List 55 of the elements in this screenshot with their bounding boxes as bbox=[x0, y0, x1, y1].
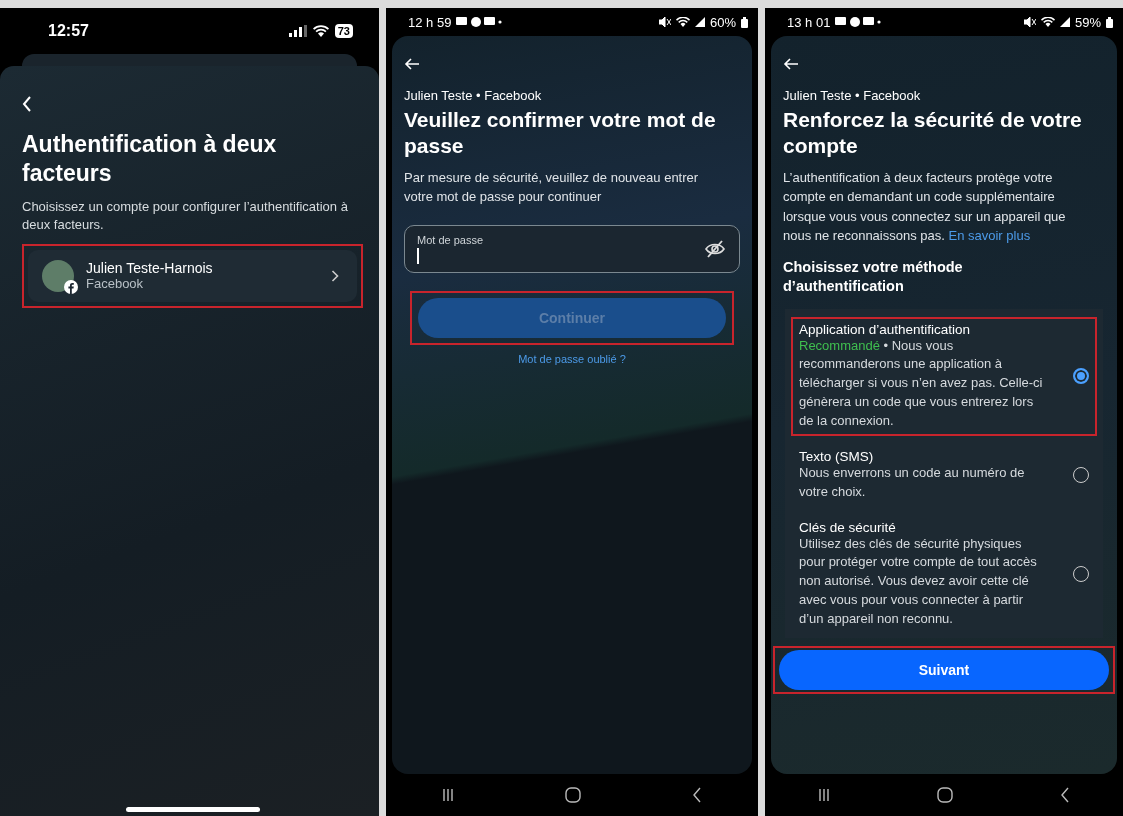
status-time: 13 h 01 bbox=[787, 14, 831, 30]
account-line: Julien Teste • Facebook bbox=[404, 88, 542, 103]
method-description: Nous enverrons un code au numéro de votre choix. bbox=[799, 464, 1026, 501]
next-button[interactable]: Suivant bbox=[779, 649, 1109, 690]
radio-button[interactable] bbox=[1073, 368, 1089, 385]
password-field[interactable]: Mot de passe bbox=[404, 224, 740, 273]
page-description: L’authentification à deux facteurs protège votre compte en demandant un code supplémentaire lorsque vous vous connectez sur un appareil que nous ne reconnaissons pas. En savoir plus bbox=[783, 168, 1067, 245]
recommended-label: Recommandé bbox=[799, 337, 880, 353]
method-title: Texto (SMS) bbox=[799, 448, 874, 464]
page-title: Veuillez confirmer votre mot de passe bbox=[404, 107, 717, 160]
forgot-password-link[interactable]: Mot de passe oublié ? bbox=[518, 352, 626, 365]
learn-more-link[interactable]: En savoir plus bbox=[948, 228, 1031, 243]
back-icon[interactable] bbox=[692, 787, 703, 803]
mute-icon bbox=[1023, 17, 1036, 27]
home-icon[interactable] bbox=[565, 787, 581, 803]
wifi-icon bbox=[675, 17, 690, 27]
wifi-icon bbox=[312, 25, 329, 37]
status-time: 12 h 59 bbox=[408, 14, 452, 30]
hidden-eye-icon[interactable] bbox=[705, 239, 725, 258]
section-title: Choisissez votre méthode d’authentification bbox=[783, 257, 964, 297]
battery-level: 60% bbox=[709, 14, 736, 30]
page-description: Par mesure de sécurité, veuillez de nouveau entrer votre mot de passe pour continuer bbox=[404, 168, 700, 206]
wifi-icon bbox=[1040, 17, 1055, 27]
home-icon[interactable] bbox=[937, 787, 953, 803]
signal-icon bbox=[694, 17, 705, 27]
battery-icon bbox=[741, 16, 748, 28]
method-title: Clés de sécurité bbox=[799, 519, 896, 535]
page-title: Authentification à deux facteurs bbox=[22, 130, 278, 188]
back-arrow-icon[interactable] bbox=[783, 58, 799, 70]
method-description: Utilisez des clés de sécurité physiques pour protéger votre compte de tout accès non autorisé. Vous devez avoir cette clé avec vous pour vous connecter à partir d’un appareil non reconnu. bbox=[799, 534, 1038, 628]
account-row[interactable]: Julien Teste-Harnois Facebook bbox=[28, 249, 357, 302]
recent-apps-icon[interactable] bbox=[818, 788, 831, 802]
back-arrow-icon[interactable] bbox=[404, 58, 420, 70]
battery-level: 73 bbox=[334, 24, 353, 38]
notification-icons bbox=[456, 17, 503, 27]
field-label: Mot de passe bbox=[417, 233, 484, 246]
signal-icon bbox=[288, 25, 307, 37]
facebook-icon bbox=[64, 279, 78, 294]
back-icon[interactable] bbox=[1059, 787, 1070, 803]
text-cursor bbox=[417, 247, 419, 264]
battery-level: 59% bbox=[1074, 14, 1101, 30]
method-description: Recommandé • Nous vous recommanderons une application à télécharger si vous n’en avez pas. Celle-ci génèrera un code que vous entrerez lors de la connexion. bbox=[799, 337, 1044, 430]
page-subtitle: Choisissez un compte pour configurer l’authentification à deux facteurs. bbox=[22, 197, 349, 234]
page-title: Renforcez la sécurité de votre compte bbox=[783, 107, 1083, 160]
mute-icon bbox=[658, 17, 671, 27]
signal-icon bbox=[1059, 17, 1070, 27]
chevron-right-icon bbox=[331, 269, 339, 282]
account-name: Julien Teste-Harnois bbox=[86, 260, 213, 277]
account-service: Facebook bbox=[86, 276, 144, 292]
method-title: Application d’authentification bbox=[799, 321, 971, 337]
battery-icon bbox=[1106, 16, 1113, 28]
status-time: 12:57 bbox=[48, 22, 90, 40]
notification-icons bbox=[835, 17, 882, 27]
account-line: Julien Teste • Facebook bbox=[783, 88, 921, 103]
recent-apps-icon[interactable] bbox=[441, 788, 454, 802]
